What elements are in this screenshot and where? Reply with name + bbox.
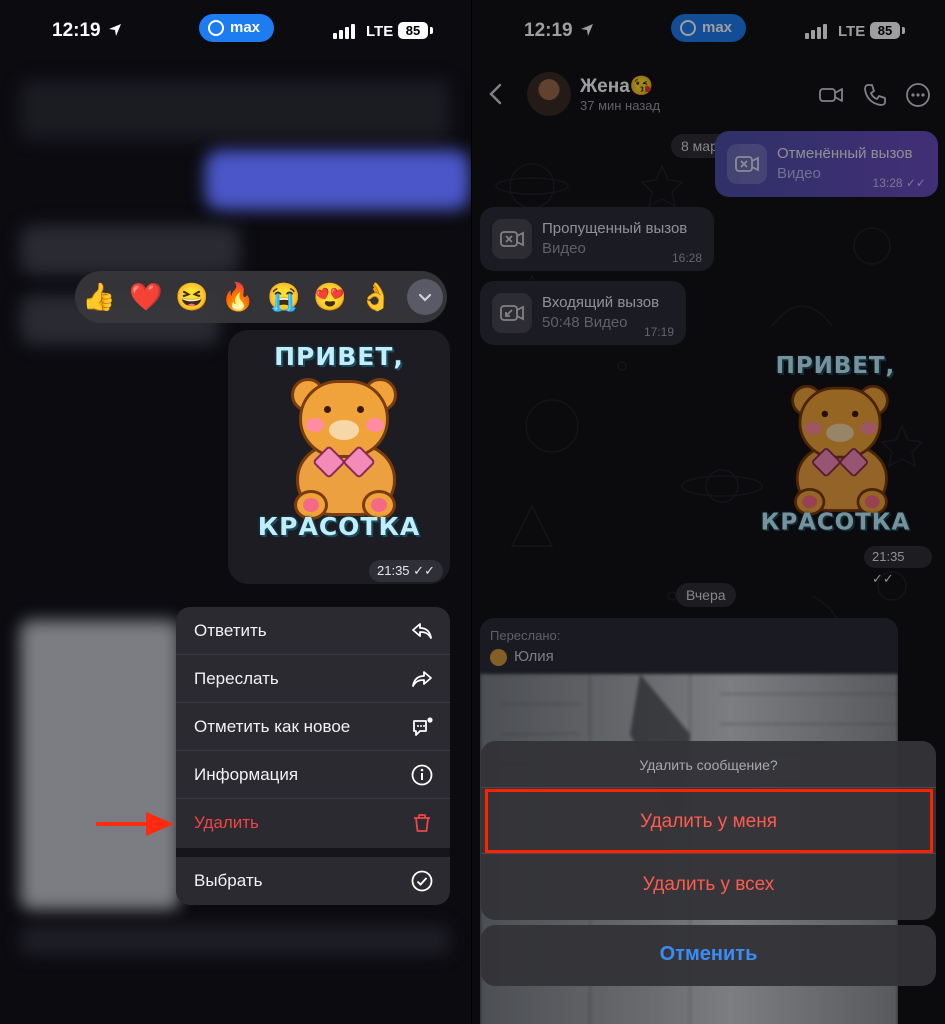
highlight-box [485, 789, 933, 853]
menu-item-label: Ответить [194, 621, 267, 640]
info-icon [411, 764, 433, 786]
signal-icon [333, 23, 359, 39]
max-label: max [230, 19, 261, 36]
menu-divider [176, 848, 450, 857]
reactions-bar: 👍 ❤️ 😆 🔥 😭 😍 👌 [75, 271, 447, 323]
menu-item-select[interactable]: Выбрать [176, 857, 450, 905]
menu-item-mark-unread[interactable]: Отметить как новое [176, 703, 450, 751]
blurred-header [20, 80, 450, 140]
sheet-title: Удалить сообщение? [639, 757, 778, 773]
blurred-bubble [205, 150, 470, 210]
blurred-photo [20, 620, 180, 910]
cancel-button[interactable]: Отменить [481, 925, 936, 986]
battery-tip [430, 27, 433, 34]
network-label: LTE [366, 23, 394, 40]
blurred-input [20, 925, 450, 955]
cancel-label: Отменить [659, 943, 758, 965]
sticker-text-line1: ПРИВЕТ, [274, 342, 404, 371]
menu-item-reply[interactable]: Ответить [176, 607, 450, 655]
sheet-divider [481, 853, 936, 854]
menu-item-forward[interactable]: Переслать [176, 655, 450, 703]
menu-item-delete[interactable]: Удалить [176, 799, 450, 847]
right-screen: 12:19 max LTE 85 Жена😘 37 мин назад 8 ма… [472, 0, 945, 1024]
sticker-text-line2: КРАСОТКА [257, 512, 421, 541]
reaction-fire[interactable]: 🔥 [220, 281, 256, 313]
max-logo-icon [208, 20, 224, 36]
blurred-bubble [20, 225, 240, 275]
forward-icon [412, 671, 432, 687]
bear-sticker: ПРИВЕТ, КРАСОТКА [244, 340, 434, 550]
location-arrow-icon [109, 24, 121, 36]
battery-icon: 85 [398, 22, 428, 39]
context-menu: Ответить Переслать Отметить как новое Ин… [176, 607, 450, 905]
menu-item-label: Отметить как новое [194, 717, 351, 736]
reaction-thumbs-up[interactable]: 👍 [81, 281, 117, 313]
more-reactions-button[interactable] [407, 279, 443, 315]
reaction-laugh[interactable]: 😆 [174, 281, 210, 313]
reaction-cry[interactable]: 😭 [266, 281, 302, 313]
menu-item-label: Информация [194, 765, 299, 784]
max-app-pill[interactable]: max [199, 14, 274, 42]
status-bar: 12:19 max LTE 85 [0, 0, 472, 60]
mark-unread-icon [413, 717, 433, 736]
menu-item-label: Переслать [194, 669, 279, 688]
trash-icon [414, 814, 430, 832]
chevron-down-icon [418, 293, 432, 302]
delete-for-everyone-button[interactable]: Удалить у всех [481, 874, 936, 896]
menu-item-label: Выбрать [194, 871, 263, 890]
message-time: 21:35 ✓✓ [369, 560, 443, 582]
double-check-icon: ✓✓ [413, 563, 435, 578]
red-pointer-arrow-icon [96, 812, 174, 836]
sheet-divider [481, 787, 936, 788]
menu-item-label: Удалить [194, 813, 259, 832]
reply-icon [412, 623, 432, 639]
menu-item-info[interactable]: Информация [176, 751, 450, 799]
sticker-message[interactable]: ПРИВЕТ, КРАСОТКА 21:35 ✓✓ [228, 330, 450, 584]
check-circle-icon [411, 870, 433, 892]
reaction-ok-hand[interactable]: 👌 [358, 281, 394, 313]
left-screen: 12:19 max LTE 85 👍 ❤️ 😆 🔥 😭 😍 👌 ПРИВЕТ, [0, 0, 472, 1024]
reaction-heart-eyes[interactable]: 😍 [312, 281, 348, 313]
clock: 12:19 [52, 20, 101, 41]
reaction-heart[interactable]: ❤️ [128, 281, 164, 313]
